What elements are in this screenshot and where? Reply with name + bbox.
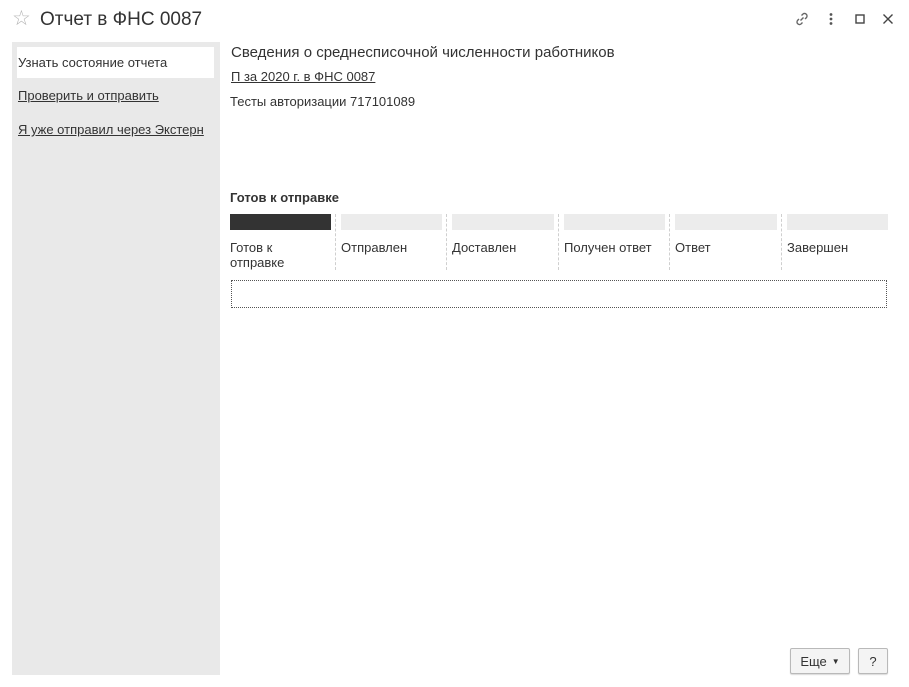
- stage-bar: [341, 214, 442, 230]
- star-icon[interactable]: ☆: [12, 8, 31, 30]
- stage-delivered: Доставлен: [446, 214, 558, 272]
- stage-label: Отправлен: [341, 240, 408, 255]
- stage-completed: Завершен: [781, 214, 888, 272]
- stage-divider: [781, 214, 782, 270]
- stage-divider: [446, 214, 447, 270]
- help-button[interactable]: ?: [858, 648, 888, 674]
- stage-response: Ответ: [669, 214, 781, 272]
- stage-bar: [564, 214, 665, 230]
- stage-divider: [335, 214, 336, 270]
- status-stages: Готов к отправке Отправлен Доставлен Пол…: [230, 214, 888, 272]
- stage-label: Ответ: [675, 240, 711, 255]
- stage-bar: [230, 214, 331, 230]
- more-button[interactable]: Еще ▼: [790, 648, 850, 674]
- sidebar-item-check-status[interactable]: Узнать состояние отчета: [17, 47, 214, 78]
- stage-bar: [452, 214, 554, 230]
- window-title: Отчет в ФНС 0087: [40, 9, 203, 30]
- stage-ready: Готов к отправке: [230, 214, 335, 272]
- stage-label: Готов к отправке: [230, 240, 285, 270]
- sidebar-item-label: Узнать состояние отчета: [18, 55, 168, 70]
- more-button-label: Еще: [800, 653, 827, 669]
- caret-down-icon: ▼: [831, 657, 840, 666]
- more-vertical-icon[interactable]: [822, 10, 840, 28]
- report-link[interactable]: П за 2020 г. в ФНС 0087: [231, 69, 375, 84]
- stage-label: Доставлен: [452, 240, 517, 255]
- stage-sent: Отправлен: [335, 214, 446, 272]
- stage-divider: [669, 214, 670, 270]
- stage-bar: [675, 214, 777, 230]
- stage-divider: [558, 214, 559, 270]
- maximize-icon[interactable]: [851, 10, 869, 28]
- window-titlebar: ☆ Отчет в ФНС 0087: [0, 0, 909, 40]
- sidebar-item-already-sent[interactable]: Я уже отправил через Экстерн: [18, 122, 204, 138]
- status-message-area: [231, 280, 887, 308]
- sidebar: Узнать состояние отчета Проверить и отпр…: [12, 42, 220, 675]
- status-title: Готов к отправке: [230, 190, 339, 205]
- stage-label: Завершен: [787, 240, 849, 255]
- page-title: Сведения о среднесписочной численности р…: [231, 44, 615, 60]
- sidebar-item-check-and-send[interactable]: Проверить и отправить: [18, 88, 159, 104]
- stage-label: Получен ответ: [564, 240, 652, 255]
- organization-name: Тесты авторизации 717101089: [230, 94, 416, 109]
- stage-bar: [787, 214, 888, 230]
- close-icon[interactable]: [879, 10, 897, 28]
- stage-response-received: Получен ответ: [558, 214, 669, 272]
- link-icon[interactable]: [793, 10, 811, 28]
